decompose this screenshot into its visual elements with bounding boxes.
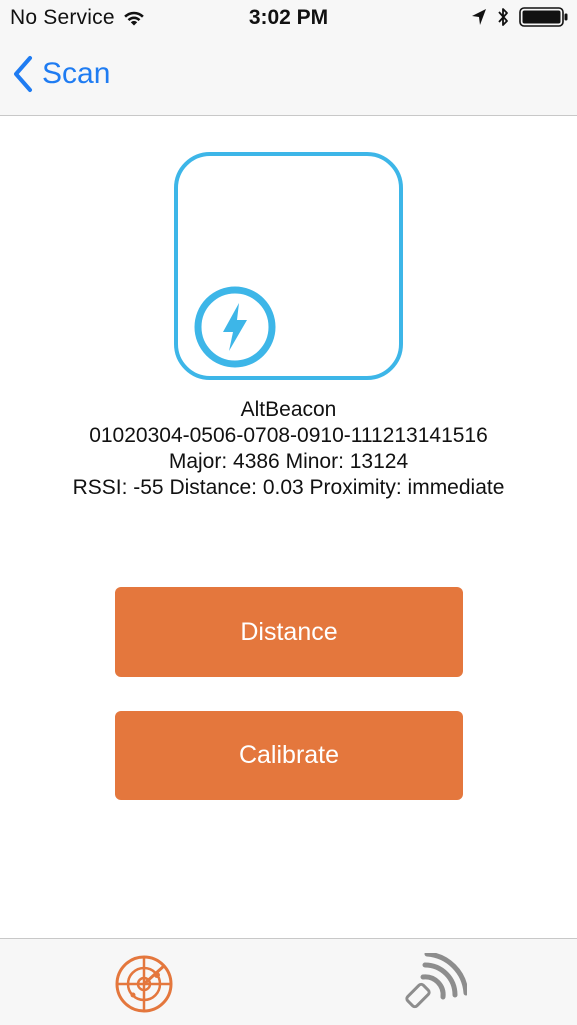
chevron-left-icon	[14, 56, 32, 92]
calibrate-button[interactable]: Calibrate	[115, 711, 463, 800]
navigation-bar: Scan	[0, 38, 577, 116]
radar-icon	[115, 955, 173, 1013]
status-right	[471, 7, 569, 27]
broadcast-icon	[405, 953, 467, 1009]
tab-bar	[0, 938, 577, 1025]
distance-button[interactable]: Distance	[115, 587, 463, 677]
back-label: Scan	[42, 57, 111, 90]
beacon-info: AltBeacon 01020304-0506-0708-0910-111213…	[0, 397, 577, 501]
beacon-metrics: RSSI: -55 Distance: 0.03 Proximity: imme…	[72, 476, 505, 499]
battery-icon	[519, 7, 568, 27]
location-arrow-icon	[472, 9, 486, 25]
beacon-major-minor: Major: 4386 Minor: 13124	[168, 450, 409, 473]
beacon-lightning-icon	[194, 286, 276, 368]
back-button[interactable]: Scan	[12, 54, 110, 94]
bluetooth-icon	[498, 8, 508, 26]
tab-scan[interactable]	[0, 939, 288, 1025]
status-bar: No Service 3:02 PM	[0, 0, 577, 38]
beacon-id: 01020304-0506-0708-0910-111213141516	[89, 424, 488, 447]
tab-broadcast[interactable]	[289, 939, 577, 1025]
beacon-image	[174, 152, 403, 380]
beacon-type: AltBeacon	[240, 398, 337, 421]
